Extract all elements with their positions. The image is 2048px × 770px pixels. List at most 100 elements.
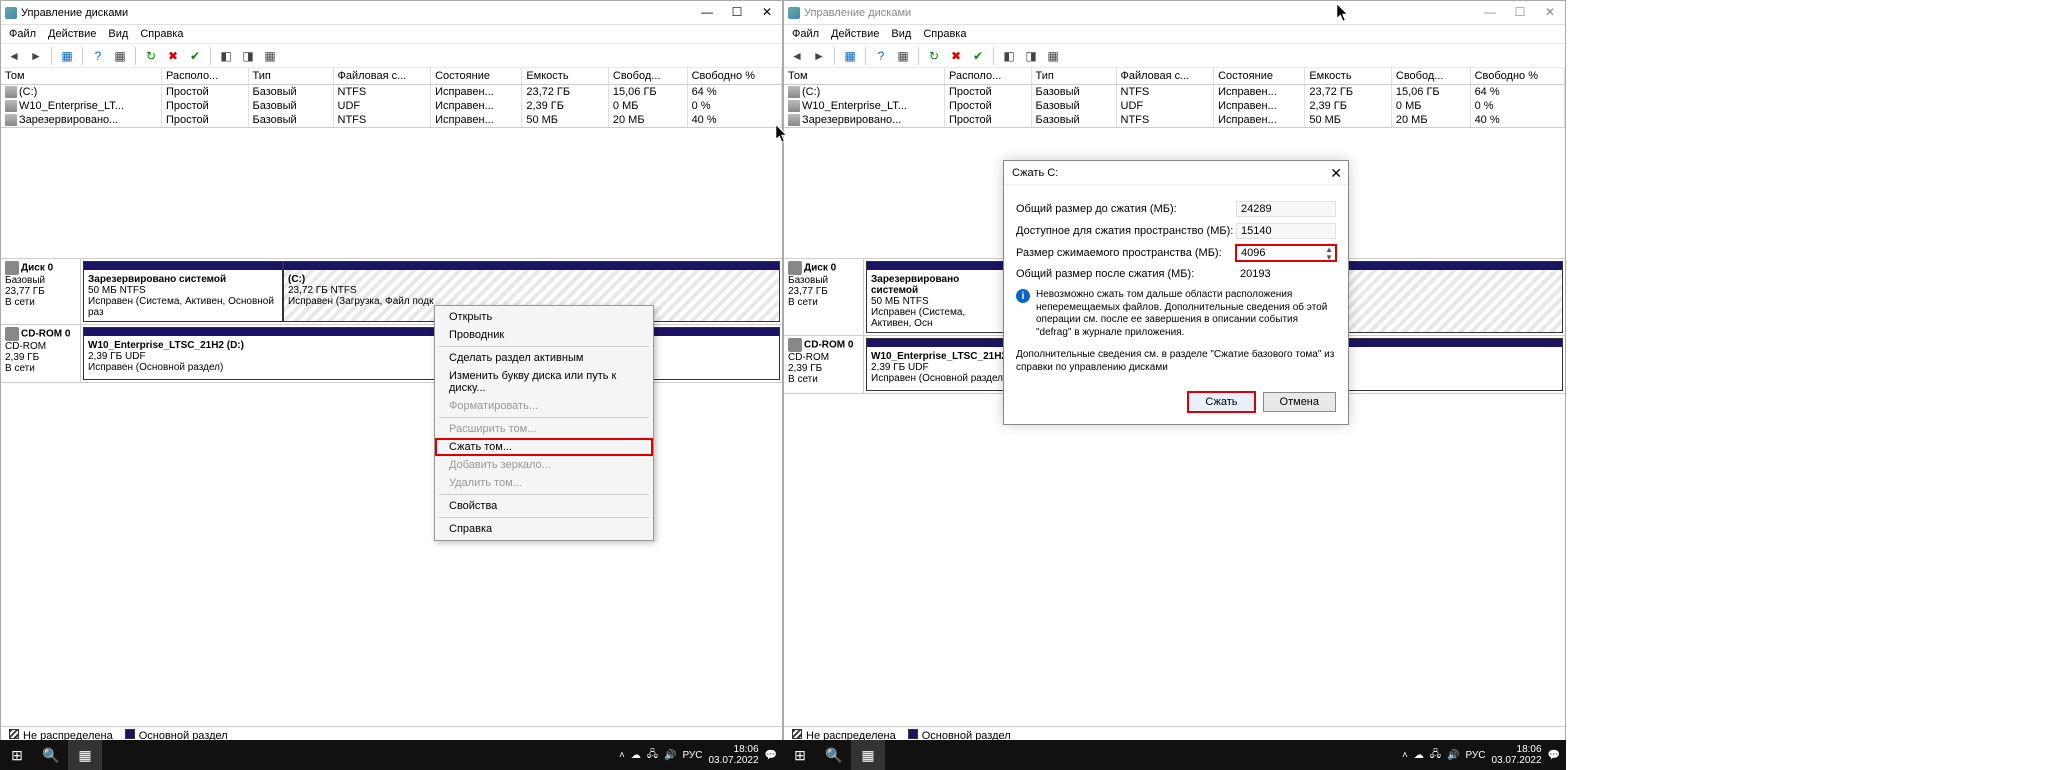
partition-reserved[interactable]: Зарезервировано системой 50 МБ NTFS Испр… bbox=[866, 261, 1006, 333]
table-row[interactable]: (C:)ПростойБазовыйNTFSИсправен...23,72 Г… bbox=[1, 84, 782, 99]
tray-clock[interactable]: 18:0603.07.2022 bbox=[708, 744, 758, 766]
shrink-amount-input[interactable]: 4096 ▲▼ bbox=[1236, 245, 1336, 261]
menu-view[interactable]: Вид bbox=[108, 28, 128, 40]
refresh-icon[interactable]: ↻ bbox=[142, 47, 160, 65]
help-icon[interactable]: ? bbox=[872, 47, 890, 65]
menu-help[interactable]: Справка bbox=[140, 28, 183, 40]
delete-icon[interactable]: ✖ bbox=[947, 47, 965, 65]
column-header[interactable]: Том bbox=[784, 68, 945, 84]
maximize-button[interactable]: ☐ bbox=[722, 1, 752, 23]
column-header[interactable]: Располо... bbox=[162, 68, 249, 84]
toolbar-button[interactable]: ▦ bbox=[894, 47, 912, 65]
menu-help[interactable]: Справка bbox=[923, 28, 966, 40]
taskbar-app-diskmgmt[interactable]: ▦ bbox=[68, 740, 102, 770]
help-icon[interactable]: ? bbox=[89, 47, 107, 65]
column-header[interactable]: Том bbox=[1, 68, 162, 84]
table-row[interactable]: Зарезервировано...ПростойБазовыйNTFSИспр… bbox=[1, 113, 782, 127]
column-header[interactable]: Располо... bbox=[945, 68, 1032, 84]
dialog-close-button[interactable]: ✕ bbox=[1330, 165, 1342, 182]
shrink-ok-button[interactable]: Сжать bbox=[1188, 392, 1254, 412]
column-header[interactable]: Свобод... bbox=[608, 68, 687, 84]
tray-volume-icon[interactable]: 🔊 bbox=[1447, 750, 1459, 761]
maximize-button[interactable]: ☐ bbox=[1505, 1, 1535, 23]
context-menu-item[interactable]: Сделать раздел активным bbox=[435, 349, 653, 367]
tray-onedrive-icon[interactable]: ☁ bbox=[631, 750, 641, 761]
table-row[interactable]: (C:)ПростойБазовыйNTFSИсправен...23,72 Г… bbox=[784, 84, 1565, 99]
close-button[interactable]: ✕ bbox=[752, 1, 782, 23]
toolbar-button[interactable]: ▦ bbox=[841, 47, 859, 65]
forward-icon[interactable]: ► bbox=[27, 47, 45, 65]
context-menu-item[interactable]: Сжать том... bbox=[435, 438, 653, 456]
volume-list[interactable]: ТомРасполо...ТипФайловая с...СостояниеЕм… bbox=[784, 68, 1565, 128]
table-row[interactable]: W10_Enterprise_LT...ПростойБазовыйUDFИсп… bbox=[1, 99, 782, 113]
column-header[interactable]: Свободно % bbox=[687, 68, 781, 84]
menu-view[interactable]: Вид bbox=[891, 28, 911, 40]
context-menu-item[interactable]: Изменить букву диска или путь к диску... bbox=[435, 367, 653, 397]
partition-reserved[interactable]: Зарезервировано системой 50 МБ NTFS Испр… bbox=[83, 261, 283, 322]
disk-header[interactable]: Диск 0 Базовый 23,77 ГБ В сети bbox=[1, 259, 81, 324]
forward-icon[interactable]: ► bbox=[810, 47, 828, 65]
delete-icon[interactable]: ✖ bbox=[164, 47, 182, 65]
tray-lang[interactable]: РУС bbox=[1465, 750, 1485, 761]
shrink-cancel-button[interactable]: Отмена bbox=[1263, 392, 1336, 412]
toolbar-button[interactable]: ◨ bbox=[239, 47, 257, 65]
column-header[interactable]: Файловая с... bbox=[1116, 68, 1214, 84]
context-menu-item[interactable]: Открыть bbox=[435, 308, 653, 326]
toolbar-button[interactable]: ◧ bbox=[1000, 47, 1018, 65]
context-menu-item[interactable]: Свойства bbox=[435, 497, 653, 515]
tray-onedrive-icon[interactable]: ☁ bbox=[1414, 750, 1424, 761]
column-header[interactable]: Свобод... bbox=[1391, 68, 1470, 84]
column-header[interactable]: Тип bbox=[248, 68, 333, 84]
cdrom-header[interactable]: CD-ROM 0 CD-ROM 2,39 ГБ В сети bbox=[784, 336, 864, 393]
toolbar-button[interactable]: ◧ bbox=[217, 47, 235, 65]
check-icon[interactable]: ✔ bbox=[969, 47, 987, 65]
partition-cdrom[interactable]: W10_Enterprise_LTSC_21H2 (D:) 2,39 ГБ UD… bbox=[83, 327, 780, 380]
menu-action[interactable]: Действие bbox=[48, 28, 96, 40]
toolbar-button[interactable]: ▦ bbox=[261, 47, 279, 65]
start-button[interactable]: ⊞ bbox=[0, 740, 34, 770]
column-header[interactable]: Емкость bbox=[522, 68, 609, 84]
tray-network-icon[interactable]: 🖧 bbox=[647, 747, 658, 764]
search-icon[interactable]: 🔍 bbox=[34, 740, 68, 770]
close-button[interactable]: ✕ bbox=[1535, 1, 1565, 23]
start-button[interactable]: ⊞ bbox=[783, 740, 817, 770]
menu-file[interactable]: Файл bbox=[792, 28, 819, 40]
column-header[interactable]: Емкость bbox=[1305, 68, 1392, 84]
tray-notifications-icon[interactable]: 💬 bbox=[765, 750, 777, 761]
minimize-button[interactable]: — bbox=[1475, 1, 1505, 23]
back-icon[interactable]: ◄ bbox=[5, 47, 23, 65]
tray-clock[interactable]: 18:0603.07.2022 bbox=[1491, 744, 1541, 766]
cdrom-header[interactable]: CD-ROM 0 CD-ROM 2,39 ГБ В сети bbox=[1, 325, 81, 382]
table-row[interactable]: Зарезервировано...ПростойБазовыйNTFSИспр… bbox=[784, 113, 1565, 127]
refresh-icon[interactable]: ↻ bbox=[925, 47, 943, 65]
tray-chevron-icon[interactable]: ˄ bbox=[1402, 750, 1408, 761]
system-tray[interactable]: ˄ ☁ 🖧 🔊 РУС 18:0603.07.2022 💬 bbox=[1402, 744, 1566, 766]
back-icon[interactable]: ◄ bbox=[788, 47, 806, 65]
toolbar-button[interactable]: ▦ bbox=[1044, 47, 1062, 65]
menu-action[interactable]: Действие bbox=[831, 28, 879, 40]
tray-volume-icon[interactable]: 🔊 bbox=[664, 750, 676, 761]
toolbar-button[interactable]: ◨ bbox=[1022, 47, 1040, 65]
context-menu-item[interactable]: Проводник bbox=[435, 326, 653, 344]
taskbar-app-diskmgmt[interactable]: ▦ bbox=[851, 740, 885, 770]
check-icon[interactable]: ✔ bbox=[186, 47, 204, 65]
search-icon[interactable]: 🔍 bbox=[817, 740, 851, 770]
column-header[interactable]: Файловая с... bbox=[333, 68, 431, 84]
menu-file[interactable]: Файл bbox=[9, 28, 36, 40]
minimize-button[interactable]: — bbox=[692, 1, 722, 23]
system-tray[interactable]: ˄ ☁ 🖧 🔊 РУС 18:0603.07.2022 💬 bbox=[619, 744, 783, 766]
toolbar-button[interactable]: ▦ bbox=[111, 47, 129, 65]
context-menu-item[interactable]: Справка bbox=[435, 520, 653, 538]
toolbar-button[interactable]: ▦ bbox=[58, 47, 76, 65]
tray-chevron-icon[interactable]: ˄ bbox=[619, 750, 625, 761]
volume-list[interactable]: ТомРасполо...ТипФайловая с...СостояниеЕм… bbox=[1, 68, 782, 128]
column-header[interactable]: Тип bbox=[1031, 68, 1116, 84]
tray-lang[interactable]: РУС bbox=[682, 750, 702, 761]
table-row[interactable]: W10_Enterprise_LT...ПростойБазовыйUDFИсп… bbox=[784, 99, 1565, 113]
column-header[interactable]: Свободно % bbox=[1470, 68, 1564, 84]
column-header[interactable]: Состояние bbox=[431, 68, 522, 84]
tray-notifications-icon[interactable]: 💬 bbox=[1548, 750, 1560, 761]
tray-network-icon[interactable]: 🖧 bbox=[1430, 747, 1441, 764]
spinner-icon[interactable]: ▲▼ bbox=[1325, 246, 1333, 262]
disk-header[interactable]: Диск 0 Базовый 23,77 ГБ В сети bbox=[784, 259, 864, 335]
